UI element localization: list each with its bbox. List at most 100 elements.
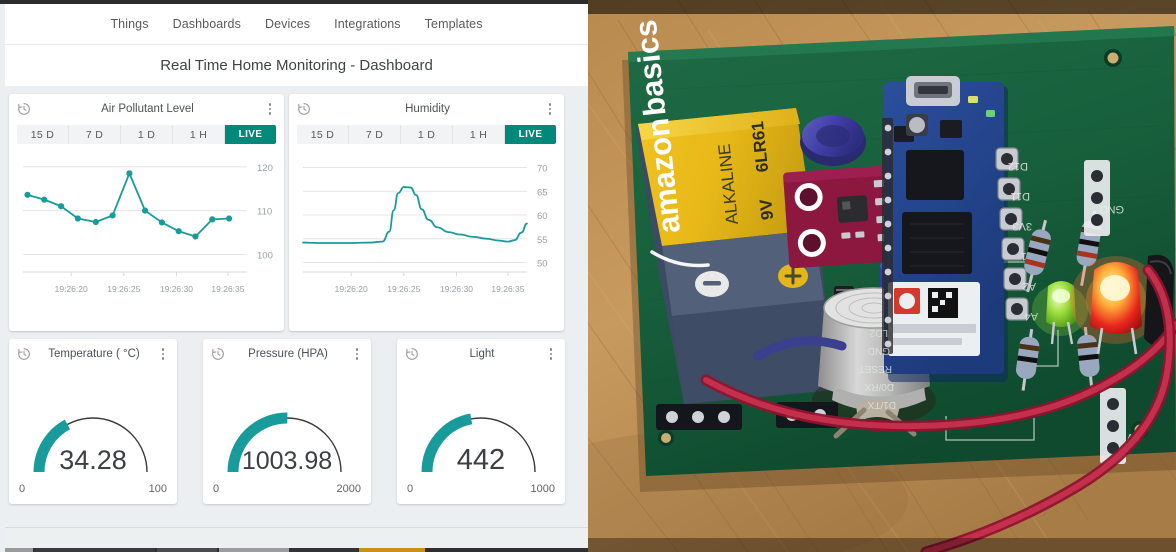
gauge-svg: 442 0 1000: [407, 413, 555, 495]
card-header: Air Pollutant Level: [9, 94, 284, 124]
svg-text:D0/RX: D0/RX: [864, 381, 894, 392]
card-air-pollutant-level: Air Pollutant Level 15 D 7 D 1 D 1 H LIV…: [9, 94, 284, 331]
card-header: Pressure (HPA): [203, 339, 371, 369]
chart-gridlines: [303, 167, 527, 263]
history-icon: [18, 348, 30, 360]
svg-text:19:26:30: 19:26:30: [160, 284, 193, 294]
gauge-temperature: 34.28 0 100: [9, 369, 177, 501]
kebab-menu-icon[interactable]: [543, 103, 557, 115]
chart-x-axis-labels: 19:26:20 19:26:25 19:26:30 19:26:35: [335, 284, 525, 294]
chart-series-line: [26, 172, 230, 238]
card-title: Air Pollutant Level: [101, 103, 194, 115]
taskbar-item[interactable]: [5, 548, 33, 552]
dashboard-pane: Things Dashboards Devices Integrations T…: [0, 0, 588, 552]
history-icon: [212, 348, 224, 360]
chart-axis: [23, 271, 247, 276]
nav-item-devices[interactable]: Devices: [265, 17, 310, 31]
chart-air-pollutant-level: 100 110 120 19:26:20 19:26:25 19:26:30 19:26:…: [9, 144, 284, 322]
kebab-menu-icon[interactable]: [350, 348, 364, 360]
card-header: Humidity: [289, 94, 564, 124]
gauge-svg: 1003.98 0 2000: [213, 412, 361, 495]
chart-humidity: 50 55 60 65 70 19:26:20 19:26:25 19:26:30 19:26…: [289, 144, 564, 322]
range-button-1h[interactable]: 1 H: [173, 125, 225, 144]
gauge-light: 442 0 1000: [397, 369, 565, 501]
svg-text:19:26:30: 19:26:30: [440, 284, 473, 294]
card-humidity: Humidity 15 D 7 D 1 D 1 H LIVE 50 55 60 65 7…: [289, 94, 564, 331]
chart-y-axis-labels: 100 110 120: [257, 163, 273, 262]
kebab-menu-icon[interactable]: [544, 348, 558, 360]
taskbar-item-highlighted[interactable]: [359, 548, 425, 552]
taskbar-item[interactable]: [35, 548, 155, 552]
gauge-value: 442: [457, 444, 505, 476]
range-button-7d[interactable]: 7 D: [349, 125, 401, 144]
gauge-min-label: 0: [19, 483, 25, 495]
gauge-svg: 34.28 0 100: [19, 417, 167, 495]
chart-y-axis-labels: 50 55 60 65 70: [537, 164, 548, 270]
nav-item-templates[interactable]: Templates: [425, 17, 483, 31]
history-icon: [18, 103, 30, 115]
kebab-menu-icon[interactable]: [263, 103, 277, 115]
range-button-live[interactable]: LIVE: [505, 125, 556, 144]
kebab-menu-icon[interactable]: [156, 348, 170, 360]
svg-text:19:26:35: 19:26:35: [211, 284, 244, 294]
time-range-selector: 15 D 7 D 1 D 1 H LIVE: [297, 125, 556, 144]
svg-text:RESET: RESET: [859, 363, 892, 374]
chart-x-axis-labels: 19:26:20 19:26:25 19:26:30 19:26:35: [55, 284, 245, 294]
range-button-7d[interactable]: 7 D: [69, 125, 121, 144]
sensor-board-photo: amazon basics ALKALINE 9V 6LR61 D12 D11 …: [588, 0, 1176, 552]
svg-text:55: 55: [537, 235, 548, 246]
svg-text:19:26:35: 19:26:35: [491, 284, 524, 294]
svg-text:D12: D12: [1008, 160, 1028, 172]
history-icon: [406, 348, 418, 360]
nav-item-dashboards[interactable]: Dashboards: [173, 17, 241, 31]
range-button-live[interactable]: LIVE: [225, 125, 276, 144]
gauge-max-label: 1000: [531, 483, 555, 495]
svg-text:110: 110: [257, 207, 272, 218]
line-chart-svg: 5055606570 19:26:20 19:26:25 19:26:30 19:26…: [302, 164, 548, 294]
range-button-15d[interactable]: 15 D: [17, 125, 69, 144]
chart-axis: [303, 271, 527, 276]
svg-text:19:26:20: 19:26:20: [335, 284, 368, 294]
nav-item-integrations[interactable]: Integrations: [334, 17, 401, 31]
gauge-min-label: 0: [213, 483, 219, 495]
nav-item-things[interactable]: Things: [110, 17, 148, 31]
time-range-selector: 15 D 7 D 1 D 1 H LIVE: [17, 125, 276, 144]
gauge-value: 34.28: [59, 445, 127, 475]
svg-text:120: 120: [257, 163, 273, 174]
card-header: Temperature ( °C): [9, 339, 177, 369]
range-button-1d[interactable]: 1 D: [121, 125, 173, 144]
taskbar-item[interactable]: [157, 548, 217, 552]
taskbar-item[interactable]: [291, 548, 357, 552]
svg-text:50: 50: [537, 259, 548, 270]
main-navigation: Things Dashboards Devices Integrations T…: [5, 4, 588, 45]
svg-text:9V: 9V: [756, 198, 777, 221]
gauge-max-label: 100: [149, 483, 167, 495]
svg-text:D11: D11: [1011, 190, 1030, 202]
range-button-15d[interactable]: 15 D: [297, 125, 349, 144]
card-title: Light: [469, 348, 495, 360]
svg-text:65: 65: [537, 187, 548, 198]
svg-text:GND: GND: [1100, 203, 1125, 215]
dashboard-grid: Air Pollutant Level 15 D 7 D 1 D 1 H LIV…: [5, 86, 588, 528]
taskbar-item[interactable]: [427, 548, 588, 552]
card-temperature: Temperature ( °C) 34.28 0 100: [9, 339, 177, 504]
range-button-1h[interactable]: 1 H: [453, 125, 505, 144]
svg-text:19:26:25: 19:26:25: [107, 284, 140, 294]
svg-text:19:26:20: 19:26:20: [55, 284, 88, 294]
screenshot-root: Things Dashboards Devices Integrations T…: [0, 0, 1176, 552]
svg-text:LD2: LD2: [869, 327, 888, 338]
card-light: Light 442 0 1000: [397, 339, 565, 504]
taskbar[interactable]: [5, 527, 588, 552]
gauge-max-label: 2000: [337, 483, 361, 495]
line-chart-svg: 100110120 19:26:20 19:26:25 19:26:30 19:26:…: [23, 163, 273, 294]
taskbar-item-active[interactable]: [219, 548, 289, 552]
range-button-1d[interactable]: 1 D: [401, 125, 453, 144]
gauge-min-label: 0: [407, 483, 413, 495]
svg-text:100: 100: [257, 250, 273, 261]
svg-text:D1/TX: D1/TX: [867, 399, 896, 410]
card-pressure: Pressure (HPA) 1003.98 0 2000: [203, 339, 371, 504]
svg-text:60: 60: [537, 211, 548, 222]
svg-text:70: 70: [537, 164, 548, 175]
page-title-bar: Real Time Home Monitoring - Dashboard: [5, 45, 588, 87]
card-title: Humidity: [405, 103, 450, 115]
